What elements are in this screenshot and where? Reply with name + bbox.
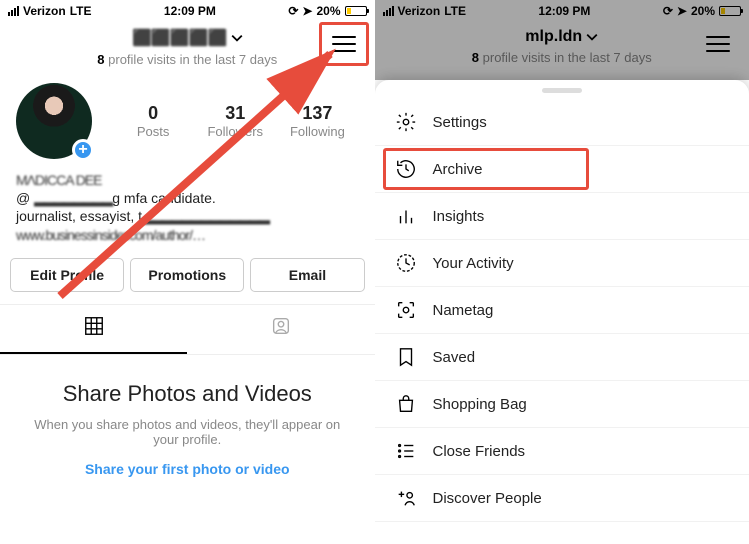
empty-state: Share Photos and Videos When you share p… (0, 355, 375, 505)
status-bar: Verizon LTE 12:09 PM ⟳ ➤ 20% (375, 0, 749, 20)
shopping-bag-icon (395, 393, 417, 415)
location-icon: ➤ (677, 4, 687, 18)
promotions-button[interactable]: Promotions (130, 258, 244, 292)
avatar[interactable]: + (16, 83, 92, 159)
sync-icon: ⟳ (663, 4, 673, 18)
menu-label: Close Friends (433, 443, 526, 460)
menu-item-discover-people[interactable]: Discover People (375, 475, 749, 522)
add-story-icon[interactable]: + (72, 139, 94, 161)
menu-item-nametag[interactable]: Nametag (375, 287, 749, 334)
network-label: LTE (444, 4, 466, 18)
battery-icon (719, 6, 741, 16)
empty-body: When you share photos and videos, they'l… (20, 417, 355, 447)
discover-people-icon (395, 487, 417, 509)
grid-icon (83, 315, 105, 337)
bio-link[interactable]: www.businessinsider.com/author/… (16, 227, 205, 243)
email-button[interactable]: Email (250, 258, 364, 292)
menu-item-insights[interactable]: Insights (375, 193, 749, 240)
sync-icon: ⟳ (288, 4, 298, 18)
tab-tagged[interactable] (187, 305, 374, 354)
empty-title: Share Photos and Videos (20, 381, 355, 407)
menu-item-shopping-bag[interactable]: Shopping Bag (375, 381, 749, 428)
signal-icon (8, 6, 19, 16)
menu-item-saved[interactable]: Saved (375, 334, 749, 381)
profile-visits-text: 8 profile visits in the last 7 days (0, 52, 375, 67)
carrier-label: Verizon (23, 4, 66, 18)
status-bar: Verizon LTE 12:09 PM ⟳ ➤ 20% (0, 0, 375, 20)
menu-label: Shopping Bag (433, 396, 527, 413)
insights-icon (395, 205, 417, 227)
username-dropdown[interactable]: mlp.ldn (525, 28, 598, 46)
options-bottom-sheet: Settings Archive Insights Your Activity … (375, 80, 749, 544)
hamburger-icon (332, 36, 356, 52)
menu-button[interactable] (323, 26, 365, 62)
list-icon (395, 440, 417, 462)
carrier-label: Verizon (398, 4, 441, 18)
menu-label: Your Activity (433, 255, 514, 272)
signal-icon (383, 6, 394, 16)
nametag-icon (395, 299, 417, 321)
stat-posts[interactable]: 0 Posts (112, 103, 194, 139)
menu-label: Discover People (433, 490, 542, 507)
menu-item-archive[interactable]: Archive (375, 146, 749, 193)
chevron-down-icon (231, 32, 243, 44)
activity-icon (395, 252, 417, 274)
chevron-down-icon (586, 31, 598, 43)
profile-header: mlp.ldn 8 profile visits in the last 7 d… (375, 20, 749, 69)
sheet-grabber[interactable] (542, 88, 582, 93)
menu-item-close-friends[interactable]: Close Friends (375, 428, 749, 475)
profile-bio: MΛDICCA DEE @ ▂▂▂▂▂▂▂▂g mfa candidate. j… (0, 167, 375, 252)
tagged-icon (270, 315, 292, 337)
tab-grid[interactable] (0, 305, 187, 354)
share-first-link[interactable]: Share your first photo or video (85, 461, 290, 477)
profile-action-buttons: Edit Profile Promotions Email (0, 252, 375, 298)
network-label: LTE (70, 4, 92, 18)
profile-stats-row: + 0 Posts 31 Followers 137 Following (0, 71, 375, 167)
clock: 12:09 PM (91, 4, 288, 18)
left-screenshot: Verizon LTE 12:09 PM ⟳ ➤ 20% ⬛⬛⬛⬛⬛ 8 pro… (0, 0, 375, 544)
menu-label: Nametag (433, 302, 494, 319)
menu-label: Insights (433, 208, 485, 225)
username-dropdown[interactable]: ⬛⬛⬛⬛⬛ (132, 28, 243, 48)
menu-label: Settings (433, 114, 487, 131)
menu-label: Archive (433, 161, 483, 178)
location-icon: ➤ (302, 4, 312, 18)
stat-followers[interactable]: 31 Followers (194, 103, 276, 139)
profile-header: ⬛⬛⬛⬛⬛ 8 profile visits in the last 7 day… (0, 20, 375, 71)
menu-item-settings[interactable]: Settings (375, 99, 749, 146)
hamburger-icon (706, 36, 730, 52)
battery-icon (345, 6, 367, 16)
battery-percent: 20% (691, 4, 715, 18)
menu-button[interactable] (697, 26, 739, 62)
clock: 12:09 PM (466, 4, 663, 18)
profile-tabs (0, 304, 375, 355)
battery-percent: 20% (316, 4, 340, 18)
stat-following[interactable]: 137 Following (276, 103, 358, 139)
gear-icon (395, 111, 417, 133)
edit-profile-button[interactable]: Edit Profile (10, 258, 124, 292)
right-screenshot: Verizon LTE 12:09 PM ⟳ ➤ 20% mlp.ldn 8 p… (375, 0, 749, 544)
profile-visits-text: 8 profile visits in the last 7 days (375, 50, 749, 65)
menu-item-your-activity[interactable]: Your Activity (375, 240, 749, 287)
bookmark-icon (395, 346, 417, 368)
archive-icon (395, 158, 417, 180)
menu-label: Saved (433, 349, 476, 366)
